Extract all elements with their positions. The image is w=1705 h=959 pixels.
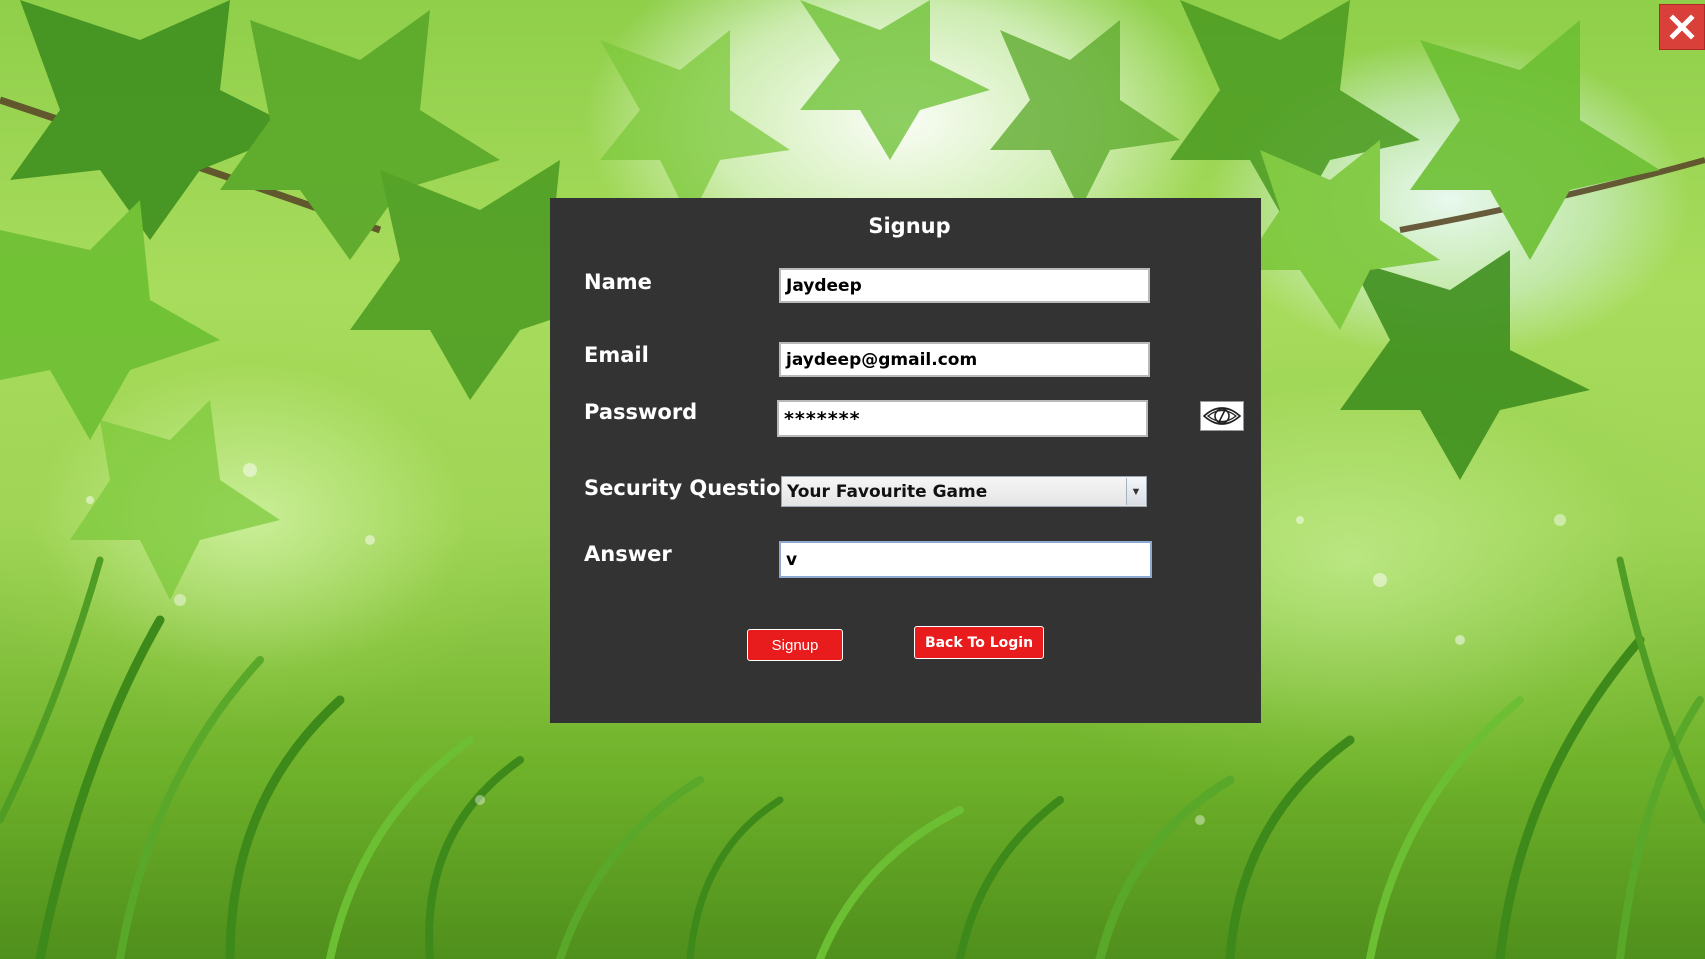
security-question-value: Your Favourite Game: [787, 481, 988, 502]
security-question-select[interactable]: Your Favourite Game ▼: [781, 476, 1147, 507]
close-icon: [1669, 14, 1695, 40]
security-question-label: Security Question: [584, 476, 796, 500]
name-input[interactable]: Jaydeep: [779, 268, 1150, 303]
email-label: Email: [584, 343, 649, 367]
signup-screen: Signup Name Jaydeep Email jaydeep@gmail.…: [0, 0, 1705, 959]
signup-panel: Signup Name Jaydeep Email jaydeep@gmail.…: [550, 198, 1261, 723]
panel-title: Signup: [868, 214, 951, 238]
password-label: Password: [584, 400, 698, 424]
answer-input[interactable]: v: [779, 541, 1152, 578]
email-input[interactable]: jaydeep@gmail.com: [779, 342, 1150, 377]
close-button[interactable]: [1659, 4, 1705, 50]
eye-slash-icon: [1202, 407, 1242, 425]
back-to-login-button[interactable]: Back To Login: [914, 626, 1044, 659]
chevron-down-icon[interactable]: ▼: [1126, 478, 1145, 505]
answer-label: Answer: [584, 542, 672, 566]
password-input[interactable]: *******: [777, 400, 1148, 437]
signup-button[interactable]: Signup: [747, 629, 843, 661]
password-toggle-button[interactable]: [1200, 401, 1244, 431]
name-label: Name: [584, 270, 652, 294]
